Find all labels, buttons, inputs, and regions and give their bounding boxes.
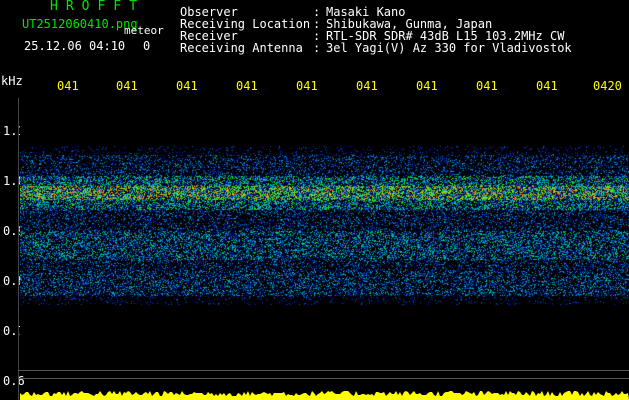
power-trace xyxy=(20,391,629,400)
info-sep-antenna: : xyxy=(313,41,321,55)
app-title: HROFFT xyxy=(50,0,145,14)
meteor-count: 0 xyxy=(143,39,151,53)
meteor-label: meteor xyxy=(124,24,164,37)
x-tick-1: 041 xyxy=(116,79,138,93)
x-tick-7: 041 xyxy=(476,79,498,93)
spectrogram xyxy=(20,100,629,370)
x-tick-0: 041 xyxy=(57,79,79,93)
x-tick-5: 041 xyxy=(356,79,378,93)
file-name: UT2512060410.png xyxy=(22,17,138,31)
x-tick-2: 041 xyxy=(176,79,198,93)
x-tick-9: 0420 xyxy=(593,79,622,93)
x-tick-4: 041 xyxy=(296,79,318,93)
power-trace-fill xyxy=(20,391,629,400)
baseline-upper xyxy=(18,370,629,371)
timestamp: 25.12.06 04:10 xyxy=(24,39,126,53)
x-tick-6: 041 xyxy=(416,79,438,93)
y-axis-unit: kHz xyxy=(1,74,23,88)
x-tick-3: 041 xyxy=(236,79,258,93)
x-tick-8: 041 xyxy=(536,79,558,93)
info-label-antenna: Receiving Antenna xyxy=(180,41,303,55)
info-value-antenna: 3el Yagi(V) Az 330 for Vladivostok xyxy=(326,41,572,55)
